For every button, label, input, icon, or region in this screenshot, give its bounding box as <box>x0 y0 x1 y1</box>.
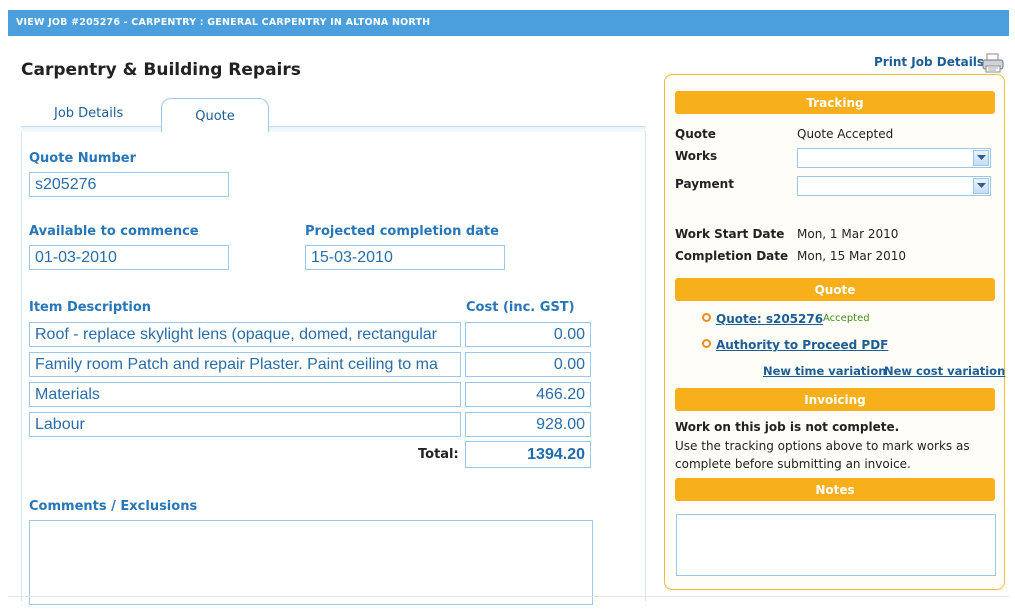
invoicing-status: Work on this job is not complete. <box>675 420 900 434</box>
item-cost-field[interactable]: 0.00 <box>465 322 591 347</box>
window-title: VIEW JOB #205276 - CARPENTRY : GENERAL C… <box>16 17 431 28</box>
footer-divider <box>8 596 1009 597</box>
notes-textarea[interactable] <box>676 514 996 576</box>
tab-quote[interactable]: Quote <box>161 98 269 132</box>
new-cost-variation-link[interactable]: New cost variation <box>884 364 1005 378</box>
work-start-date-label: Work Start Date <box>675 227 785 241</box>
quote-link[interactable]: Quote: s205276 <box>716 312 823 326</box>
total-label: Total: <box>418 447 459 462</box>
comments-label: Comments / Exclusions <box>29 499 198 514</box>
projected-completion-label: Projected completion date <box>305 224 499 239</box>
completion-date-value: Mon, 15 Mar 2010 <box>797 249 907 263</box>
item-description-field[interactable]: Labour <box>29 412 461 437</box>
tracking-quote-label: Quote <box>675 127 716 141</box>
item-description-field[interactable]: Materials <box>29 382 461 407</box>
total-value: 1394.20 <box>465 441 591 468</box>
tracking-header: Tracking <box>675 91 995 114</box>
title-bar: VIEW JOB #205276 - CARPENTRY : GENERAL C… <box>8 10 1009 36</box>
authority-to-proceed-link[interactable]: Authority to Proceed PDF <box>716 338 888 352</box>
circle-bullet-icon <box>702 339 711 348</box>
item-cost-field[interactable]: 466.20 <box>465 382 591 407</box>
chevron-down-icon[interactable] <box>973 150 989 166</box>
comments-textarea[interactable] <box>29 520 593 605</box>
quote-number-field[interactable]: s205276 <box>29 172 229 197</box>
available-to-commence-label: Available to commence <box>29 224 199 239</box>
available-to-commence-field[interactable]: 01-03-2010 <box>29 245 229 270</box>
chevron-down-icon[interactable] <box>973 178 989 194</box>
tracking-payment-label: Payment <box>675 177 734 191</box>
projected-completion-field[interactable]: 15-03-2010 <box>305 245 505 270</box>
tracking-works-label: Works <box>675 149 718 163</box>
quote-section-header: Quote <box>675 278 995 301</box>
invoicing-help-text: Use the tracking options above to mark w… <box>675 439 970 471</box>
print-job-details-link[interactable]: Print Job Details <box>874 55 984 69</box>
completion-date-label: Completion Date <box>675 249 789 263</box>
page-title: Carpentry & Building Repairs <box>21 60 301 80</box>
circle-bullet-icon <box>702 313 711 322</box>
quote-number-label: Quote Number <box>29 151 137 166</box>
invoicing-header: Invoicing <box>675 388 995 411</box>
payment-select[interactable] <box>797 176 991 196</box>
works-select[interactable] <box>797 148 991 168</box>
item-cost-field[interactable]: 928.00 <box>465 412 591 437</box>
tracking-quote-value: Quote Accepted <box>797 127 894 141</box>
item-description-field[interactable]: Family room Patch and repair Plaster. Pa… <box>29 352 461 377</box>
tab-job-details[interactable]: Job Details <box>54 106 123 121</box>
new-time-variation-link[interactable]: New time variation <box>763 364 886 378</box>
printer-icon[interactable] <box>982 53 1004 73</box>
quote-status-badge: Accepted <box>823 313 870 324</box>
work-start-date-value: Mon, 1 Mar 2010 <box>797 227 899 241</box>
notes-header: Notes <box>675 478 995 501</box>
item-description-field[interactable]: Roof - replace skylight lens (opaque, do… <box>29 322 461 347</box>
cost-header: Cost (inc. GST) <box>466 300 575 315</box>
tab-strip: Job Details Quote <box>21 98 646 132</box>
item-cost-field[interactable]: 0.00 <box>465 352 591 377</box>
item-description-header: Item Description <box>29 300 152 315</box>
